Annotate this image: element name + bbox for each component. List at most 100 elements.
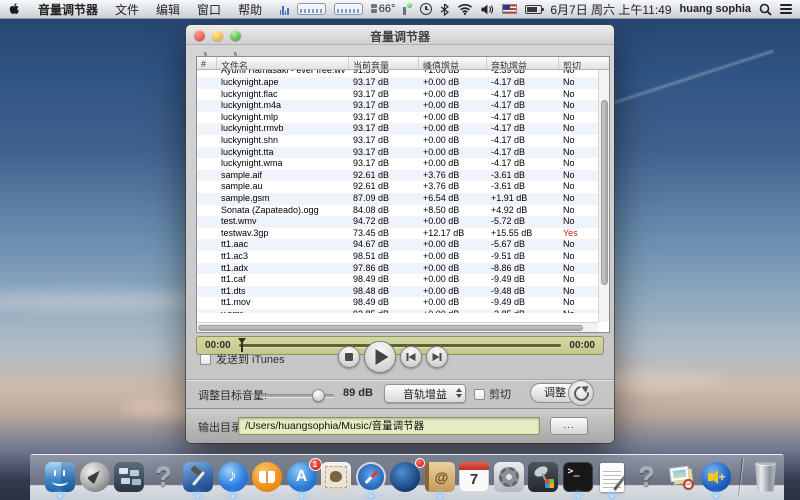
dock-contacts[interactable] (424, 456, 456, 498)
bluetooth-icon[interactable] (440, 3, 449, 16)
dock-system-preferences[interactable] (493, 456, 525, 498)
dock-launchpad[interactable] (79, 456, 111, 498)
table-row[interactable]: testwav.3gp73.45 dB+12.17 dB+15.55 dBYes (197, 228, 600, 240)
led-widget[interactable] (403, 3, 412, 15)
table-row[interactable]: tt1.mov98.49 dB+0.00 dB-9.49 dBNo (197, 297, 600, 309)
column-header-track-gain[interactable]: 音轨增益 (487, 57, 559, 69)
send-to-itunes-checkbox[interactable] (200, 354, 211, 365)
popup-arrows-icon (456, 388, 462, 398)
column-header-peak-gain[interactable]: 峰值增益 (419, 57, 487, 69)
menu-file[interactable]: 文件 (115, 1, 139, 18)
dock-unknown-app-2[interactable] (631, 456, 663, 498)
table-row[interactable]: tt1.caf98.49 dB+0.00 dB-9.49 dBNo (197, 274, 600, 286)
table-cell-current: 98.51 dB (349, 251, 419, 263)
cpu-histogram-widget[interactable] (280, 4, 289, 15)
table-row[interactable]: Sonata (Zapateado).ogg84.08 dB+8.50 dB+4… (197, 205, 600, 217)
notification-center-icon[interactable] (780, 4, 792, 14)
slider-thumb[interactable] (312, 389, 325, 402)
time-machine-icon[interactable] (420, 3, 432, 15)
volume-icon[interactable] (481, 4, 494, 15)
apple-menu-icon[interactable] (8, 2, 21, 16)
dock-textedit[interactable] (596, 456, 628, 498)
table-cell-peak: +0.00 dB (419, 77, 487, 89)
column-header-current-volume[interactable]: 当前音量 (349, 57, 419, 69)
vertical-scrollbar-thumb[interactable] (601, 100, 608, 285)
table-row[interactable]: sample.au92.61 dB+3.76 dB-3.61 dBNo (197, 181, 600, 193)
dock-mail[interactable] (320, 456, 352, 498)
seek-groove[interactable] (239, 344, 562, 347)
table-row[interactable]: luckynight.shn93.17 dB+0.00 dB-4.17 dBNo (197, 135, 600, 147)
us-flag-icon[interactable] (502, 4, 517, 14)
table-row[interactable]: test.wmv94.72 dB+0.00 dB-5.72 dBNo (197, 216, 600, 228)
wifi-icon[interactable] (457, 3, 473, 15)
monitor-widget-2[interactable] (334, 3, 363, 15)
table-row[interactable]: tt1.dts98.48 dB+0.00 dB-9.48 dBNo (197, 286, 600, 298)
gain-mode-select[interactable]: 音轨增益 (384, 384, 466, 403)
table-row[interactable]: tt1.ac398.51 dB+0.00 dB-9.51 dBNo (197, 251, 600, 263)
table-row[interactable]: luckynight.ape93.17 dB+0.00 dB-4.17 dBNo (197, 77, 600, 89)
dock-terminal[interactable] (562, 456, 594, 498)
table-row[interactable]: Ayumi Hamasaki - ever free.wv91.39 dB+1.… (197, 70, 600, 77)
stop-button[interactable] (338, 346, 360, 368)
temperature-widget[interactable]: 66° (371, 3, 396, 15)
menu-app-name[interactable]: 音量调节器 (38, 1, 98, 18)
column-header-index[interactable]: # (197, 57, 217, 69)
table-row[interactable]: luckynight.m4a93.17 dB+0.00 dB-4.17 dBNo (197, 100, 600, 112)
dock-finder[interactable] (44, 456, 76, 498)
dock-remote-desktop[interactable] (527, 456, 559, 498)
table-cell-peak: +0.00 dB (419, 239, 487, 251)
column-header-filename[interactable]: 文件名 (217, 57, 349, 69)
table-row[interactable]: sample.gsm87.09 dB+6.54 dB+1.91 dBNo (197, 193, 600, 205)
column-header-clip[interactable]: 剪切 (559, 57, 600, 69)
safari-icon (356, 462, 386, 492)
menubar-user[interactable]: huang sophia (680, 3, 752, 15)
seek-position-marker[interactable] (238, 338, 246, 344)
dock-preview[interactable] (665, 456, 697, 498)
target-volume-slider[interactable] (260, 394, 334, 397)
table-row[interactable]: luckynight.rmvb93.17 dB+0.00 dB-4.17 dBN… (197, 123, 600, 135)
clip-label: 剪切 (489, 386, 511, 402)
dock-volume-adjuster[interactable]: + (700, 456, 732, 498)
table-row[interactable]: v.amr92.85 dB+0.00 dB-3.85 dBNo (197, 309, 600, 313)
dock-mission-control[interactable] (113, 456, 145, 498)
next-track-button[interactable] (426, 346, 448, 368)
menu-edit[interactable]: 编辑 (156, 1, 180, 18)
monitor-widget-1[interactable] (297, 3, 326, 15)
table-row[interactable]: tt1.aac94.67 dB+0.00 dB-5.67 dBNo (197, 239, 600, 251)
dock-calendar[interactable]: 7 (458, 456, 490, 498)
table-row[interactable]: luckynight.wma93.17 dB+0.00 dB-4.17 dBNo (197, 158, 600, 170)
dock-trash[interactable] (750, 456, 782, 498)
dock-ibooks[interactable] (251, 456, 283, 498)
menubar-clock[interactable]: 6月7日 周六 上午11:49 (550, 1, 671, 18)
clip-checkbox[interactable] (474, 389, 485, 400)
play-button[interactable] (364, 341, 396, 373)
table-row[interactable]: sample.aif92.61 dB+3.76 dB-3.61 dBNo (197, 170, 600, 182)
clip-option[interactable]: 剪切 (474, 386, 511, 402)
table-row[interactable]: luckynight.tta93.17 dB+0.00 dB-4.17 dBNo (197, 147, 600, 159)
dock-xcode[interactable] (182, 456, 214, 498)
output-dir-field[interactable]: /Users/huangsophia/Music/音量调节器 (238, 417, 540, 435)
horizontal-scrollbar[interactable] (197, 322, 598, 332)
dock-unknown-app-1[interactable] (148, 456, 180, 498)
menu-help[interactable]: 帮助 (238, 1, 262, 18)
process-button[interactable] (568, 380, 594, 406)
dock-itunes[interactable] (217, 456, 249, 498)
table-cell-name: luckynight.flac (217, 89, 349, 101)
search-icon[interactable] (759, 3, 772, 16)
mail-icon (321, 462, 351, 492)
vertical-scrollbar[interactable] (598, 70, 609, 322)
title-bar[interactable]: 音量调节器 (186, 25, 614, 45)
table-header[interactable]: # 文件名 当前音量 峰值增益 音轨增益 剪切 (197, 57, 609, 70)
dock-globe-app[interactable] (389, 456, 421, 498)
dock-safari[interactable] (355, 456, 387, 498)
horizontal-scrollbar-thumb[interactable] (198, 325, 583, 331)
dock-app-store[interactable]: 1 (286, 456, 318, 498)
table-row[interactable]: tt1.adx97.86 dB+0.00 dB-8.86 dBNo (197, 263, 600, 275)
battery-icon[interactable] (525, 5, 542, 14)
table-row[interactable]: luckynight.mlp93.17 dB+0.00 dB-4.17 dBNo (197, 112, 600, 124)
menu-window[interactable]: 窗口 (197, 1, 221, 18)
table-row[interactable]: luckynight.flac93.17 dB+0.00 dB-4.17 dBN… (197, 89, 600, 101)
browse-button[interactable]: ... (550, 417, 588, 435)
previous-track-button[interactable] (400, 346, 422, 368)
send-to-itunes-option[interactable]: 发送到 iTunes (200, 351, 285, 367)
